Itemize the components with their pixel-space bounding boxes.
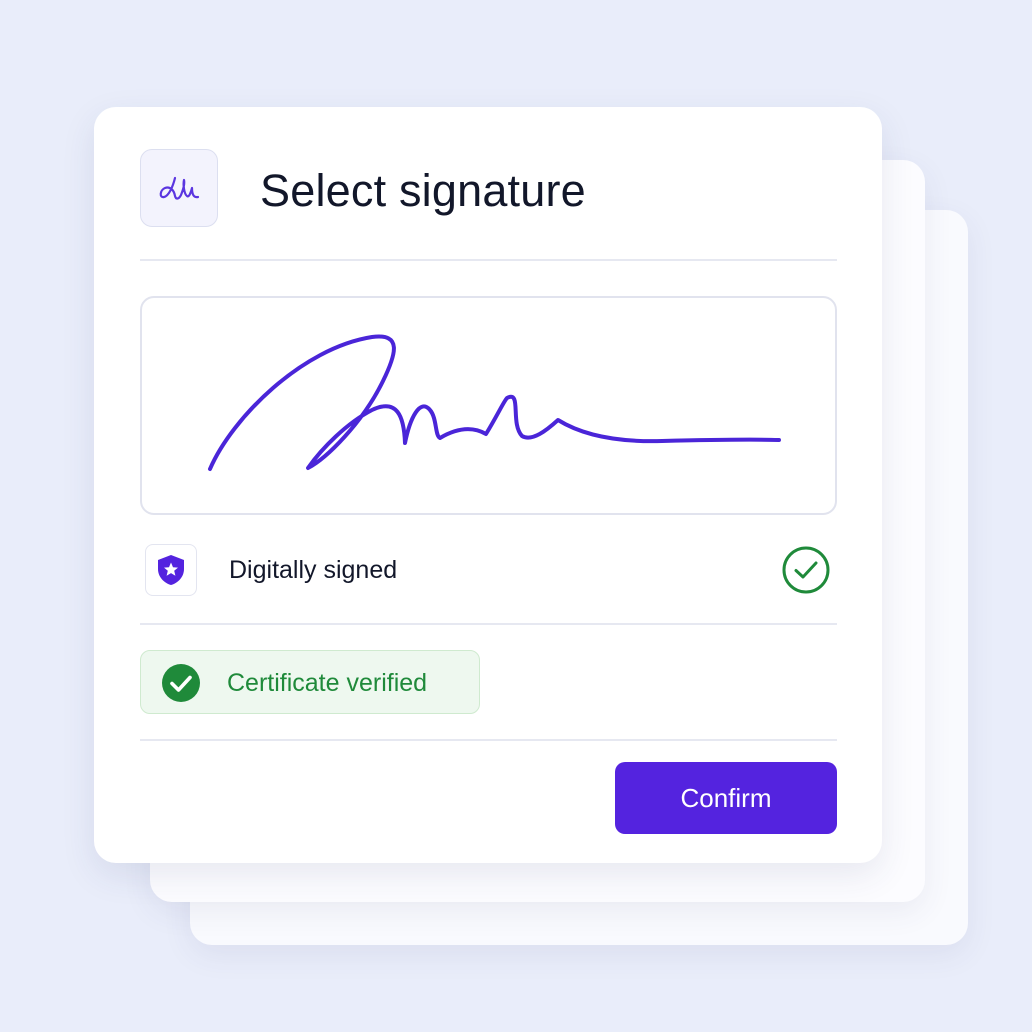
header-divider	[140, 259, 837, 261]
footer-divider	[140, 739, 837, 741]
check-filled-icon	[161, 663, 201, 703]
certificate-verified-label: Certificate verified	[227, 669, 428, 697]
page-title: Select signature	[260, 165, 586, 216]
signature-pad[interactable]	[140, 296, 837, 515]
select-signature-dialog: Select signature Digitally signed Certif…	[94, 107, 882, 863]
digitally-signed-label: Digitally signed	[229, 556, 398, 584]
digitally-signed-row: Digitally signed	[140, 539, 837, 601]
confirm-button[interactable]: Confirm	[615, 762, 837, 834]
check-circle-icon	[782, 546, 830, 594]
certificate-verified-badge: Certificate verified	[140, 650, 480, 714]
shield-star-icon	[145, 544, 197, 596]
signature-drawing	[208, 334, 781, 471]
status-divider	[140, 623, 837, 625]
signature-icon	[140, 149, 218, 227]
